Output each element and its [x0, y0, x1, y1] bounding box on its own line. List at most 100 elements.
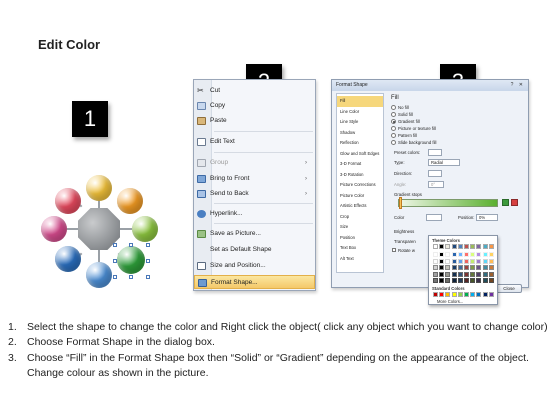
angle-input[interactable]: 0°: [428, 181, 444, 188]
theme-color-swatch[interactable]: [451, 265, 457, 271]
more-colors-link[interactable]: More Colors...: [437, 299, 463, 304]
circle-light-blue[interactable]: [86, 262, 112, 288]
theme-color-swatch[interactable]: [482, 265, 488, 271]
theme-color-swatch[interactable]: [470, 278, 476, 283]
gradient-stop-handle[interactable]: [399, 197, 402, 209]
menu-item-size-position[interactable]: Size and Position...: [194, 259, 315, 273]
theme-color-swatch[interactable]: [457, 278, 463, 283]
menu-item-hyperlink[interactable]: Hyperlink...: [194, 207, 315, 221]
theme-color-swatch[interactable]: [439, 278, 445, 283]
circle-orange[interactable]: [117, 188, 143, 214]
standard-color-swatch[interactable]: [451, 292, 457, 297]
rotate-checkbox[interactable]: [392, 248, 396, 252]
theme-color-swatch[interactable]: [470, 271, 476, 277]
direction-dropdown[interactable]: [428, 170, 442, 177]
theme-color-swatch[interactable]: [445, 258, 451, 264]
selection-handle[interactable]: [113, 275, 117, 279]
theme-color-swatch[interactable]: [433, 265, 438, 271]
theme-color-swatch[interactable]: [464, 258, 469, 264]
theme-color-swatch[interactable]: [433, 258, 438, 264]
theme-color-swatch[interactable]: [439, 265, 445, 271]
theme-color-swatch[interactable]: [457, 244, 463, 249]
theme-color-swatch[interactable]: [476, 278, 482, 283]
theme-color-swatch[interactable]: [433, 244, 438, 249]
theme-color-swatch[interactable]: [464, 265, 469, 271]
standard-color-swatch[interactable]: [464, 292, 469, 297]
selection-handle[interactable]: [146, 275, 150, 279]
circle-light-green[interactable]: [132, 216, 158, 242]
theme-color-swatch[interactable]: [464, 244, 469, 249]
radio-solid-fill[interactable]: [391, 112, 396, 117]
theme-color-swatch[interactable]: [488, 258, 494, 264]
nav-shadow[interactable]: Shadow: [337, 128, 383, 139]
theme-color-swatch[interactable]: [445, 271, 451, 277]
radio-picture-fill[interactable]: [391, 126, 396, 131]
theme-color-swatch[interactable]: [464, 271, 469, 277]
theme-color-swatch[interactable]: [439, 244, 445, 249]
menu-item-cut[interactable]: ✂ Cut: [194, 84, 315, 98]
nav-picture-color[interactable]: Picture Color: [337, 191, 383, 202]
menu-item-group[interactable]: Group ›: [194, 156, 315, 170]
theme-color-swatch[interactable]: [451, 258, 457, 264]
theme-color-swatch[interactable]: [445, 244, 451, 249]
nav-position[interactable]: Position: [337, 233, 383, 244]
theme-color-swatch[interactable]: [451, 271, 457, 277]
menu-item-paste[interactable]: Paste: [194, 114, 315, 128]
standard-color-swatch[interactable]: [470, 292, 476, 297]
nav-size[interactable]: Size: [337, 222, 383, 233]
radio-no-fill[interactable]: [391, 105, 396, 110]
theme-color-swatch[interactable]: [476, 244, 482, 249]
circle-blue[interactable]: [55, 246, 81, 272]
menu-item-set-default-shape[interactable]: Set as Default Shape: [194, 243, 315, 257]
nav-line-color[interactable]: Line Color: [337, 107, 383, 118]
menu-item-copy[interactable]: Copy: [194, 99, 315, 113]
nav-picture-corrections[interactable]: Picture Corrections: [337, 180, 383, 191]
theme-color-swatch[interactable]: [482, 271, 488, 277]
gradient-stops-slider[interactable]: [398, 199, 498, 207]
theme-color-swatch[interactable]: [470, 244, 476, 249]
radio-slide-background-fill[interactable]: [391, 140, 396, 145]
standard-color-swatch[interactable]: [445, 292, 451, 297]
nav-artistic-effects[interactable]: Artistic Effects: [337, 201, 383, 212]
theme-color-swatch[interactable]: [476, 258, 482, 264]
theme-color-swatch[interactable]: [470, 258, 476, 264]
theme-color-swatch[interactable]: [433, 271, 438, 277]
remove-stop-icon[interactable]: [511, 199, 518, 206]
menu-item-save-as-picture[interactable]: Save as Picture...: [194, 227, 315, 241]
menu-item-bring-to-front[interactable]: Bring to Front ›: [194, 172, 315, 186]
theme-color-swatch[interactable]: [439, 258, 445, 264]
menu-item-edit-text[interactable]: Edit Text: [194, 135, 315, 149]
close-button[interactable]: Close: [496, 284, 522, 293]
theme-color-swatch[interactable]: [439, 271, 445, 277]
theme-color-swatch[interactable]: [476, 265, 482, 271]
nav-glow-soft-edges[interactable]: Glow and Soft Edges: [337, 149, 383, 160]
theme-color-swatch[interactable]: [488, 271, 494, 277]
circle-yellow[interactable]: [86, 175, 112, 201]
theme-color-swatch[interactable]: [457, 252, 463, 258]
position-input[interactable]: 0%: [476, 214, 498, 221]
theme-color-swatch[interactable]: [488, 244, 494, 249]
radio-pattern-fill[interactable]: [391, 133, 396, 138]
nav-3d-format[interactable]: 3-D Format: [337, 159, 383, 170]
theme-color-swatch[interactable]: [457, 265, 463, 271]
nav-reflection[interactable]: Reflection: [337, 138, 383, 149]
menu-item-format-shape[interactable]: Format Shape...: [194, 275, 315, 289]
theme-color-swatch[interactable]: [451, 244, 457, 249]
circle-red[interactable]: [55, 188, 81, 214]
theme-color-swatch[interactable]: [439, 252, 445, 258]
circle-pink[interactable]: [41, 216, 67, 242]
standard-color-swatch[interactable]: [482, 292, 488, 297]
selection-handle[interactable]: [146, 243, 150, 247]
theme-color-swatch[interactable]: [482, 244, 488, 249]
theme-color-swatch[interactable]: [470, 252, 476, 258]
standard-color-swatch[interactable]: [433, 292, 438, 297]
theme-color-swatch[interactable]: [445, 252, 451, 258]
theme-color-swatch[interactable]: [470, 265, 476, 271]
nav-crop[interactable]: Crop: [337, 212, 383, 223]
selection-handle[interactable]: [113, 243, 117, 247]
theme-color-swatch[interactable]: [476, 271, 482, 277]
theme-color-swatch[interactable]: [464, 252, 469, 258]
theme-color-swatch[interactable]: [445, 278, 451, 283]
nav-line-style[interactable]: Line Style: [337, 117, 383, 128]
selection-handle[interactable]: [129, 243, 133, 247]
